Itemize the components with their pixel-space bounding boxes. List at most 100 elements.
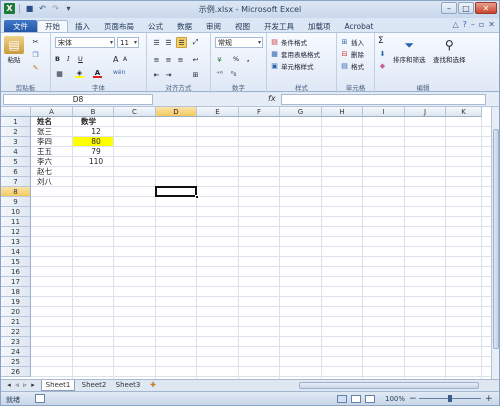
row-header-11[interactable]: 11 [1, 217, 31, 227]
border-button[interactable]: ▦ [55, 69, 64, 78]
wrap-text-button[interactable]: ↩ [191, 55, 200, 64]
cell-b2[interactable]: 12 [81, 127, 111, 137]
active-cell-d8[interactable] [155, 186, 197, 197]
row-header-15[interactable]: 15 [1, 257, 31, 267]
currency-button[interactable]: ¥ [215, 55, 224, 64]
zoom-out-button[interactable]: − [409, 394, 417, 404]
row-header-13[interactable]: 13 [1, 237, 31, 247]
row-header-18[interactable]: 18 [1, 287, 31, 297]
horizontal-scroll-thumb[interactable] [299, 382, 479, 389]
row-header-10[interactable]: 10 [1, 207, 31, 217]
row-header-21[interactable]: 21 [1, 317, 31, 327]
insert-cells-button[interactable]: ⊞ 插入 [340, 37, 364, 47]
fill-button[interactable]: ⬇ [378, 49, 387, 58]
format-as-table-button[interactable]: ▦ 套用表格格式 [270, 49, 320, 59]
tab-page-layout[interactable]: 页面布局 [97, 20, 141, 32]
cell-a6[interactable]: 赵七 [37, 167, 52, 177]
align-bottom-button[interactable]: ☰ [176, 37, 187, 48]
format-painter-button[interactable]: ✎ [31, 63, 40, 72]
comma-button[interactable]: , [247, 55, 249, 63]
vertical-scroll-thumb[interactable] [493, 129, 499, 349]
row-header-23[interactable]: 23 [1, 337, 31, 347]
cell-a1[interactable]: 姓名 [37, 117, 52, 127]
column-header-e[interactable]: E [197, 107, 239, 117]
column-header-j[interactable]: J [405, 107, 446, 117]
row-header-26[interactable]: 26 [1, 367, 31, 377]
normal-view-icon[interactable] [337, 395, 347, 403]
paste-button[interactable]: ▤ 粘贴 [4, 36, 24, 64]
row-header-19[interactable]: 19 [1, 297, 31, 307]
name-box[interactable]: D8 [3, 94, 153, 105]
help-icon[interactable]: ? [463, 20, 467, 29]
cell-styles-button[interactable]: ▣ 单元格样式 [270, 61, 313, 71]
align-middle-button[interactable]: ☰ [164, 38, 173, 47]
insert-function-icon[interactable]: fx [268, 94, 276, 103]
conditional-format-button[interactable]: ▤ 条件格式 [270, 37, 307, 47]
formula-input[interactable] [281, 94, 486, 105]
number-format-combo[interactable]: 常规 [215, 37, 263, 48]
sheet-nav-last-icon[interactable]: ▸ [29, 380, 37, 391]
column-header-a[interactable]: A [31, 107, 73, 117]
select-all-corner[interactable] [1, 107, 31, 117]
sheet-nav-prev-icon[interactable]: ◃ [13, 380, 21, 391]
page-break-view-icon[interactable] [365, 395, 375, 403]
increase-decimal-button[interactable]: ⁺⁰ [215, 69, 224, 78]
font-name-combo[interactable]: 宋体 [55, 37, 115, 48]
cell-a3[interactable]: 李四 [37, 137, 52, 147]
find-select-button[interactable]: ⚲ 查找和选择 [433, 36, 466, 64]
zoom-slider-thumb[interactable] [448, 395, 452, 402]
column-header-b[interactable]: B [73, 107, 114, 117]
sheet-nav-first-icon[interactable]: ◂ [5, 380, 13, 391]
column-header-d[interactable]: D [156, 107, 197, 117]
sheet-tab-sheet3[interactable]: Sheet3 [111, 380, 145, 391]
sort-filter-button[interactable]: ⏷ 排序和筛选 [393, 36, 426, 65]
cell-a4[interactable]: 王五 [37, 147, 52, 157]
sheet-tab-sheet1[interactable]: Sheet1 [41, 380, 75, 391]
align-center-button[interactable]: ≡ [164, 55, 173, 64]
align-top-button[interactable]: ☰ [152, 38, 161, 47]
format-cells-button[interactable]: ▤ 格式 [340, 61, 364, 71]
cell-a7[interactable]: 刘八 [37, 177, 52, 187]
italic-button[interactable]: I [67, 55, 70, 63]
cell-a2[interactable]: 张三 [37, 127, 52, 137]
tab-acrobat[interactable]: Acrobat [338, 20, 381, 32]
increase-indent-button[interactable]: ⇥ [164, 70, 173, 79]
cell-b3[interactable]: 80 [81, 137, 111, 147]
font-size-combo[interactable]: 11 [117, 37, 139, 48]
row-header-16[interactable]: 16 [1, 267, 31, 277]
workbook-minimize-icon[interactable]: – [471, 20, 475, 29]
decrease-font-button[interactable]: A [123, 56, 127, 63]
grow-font-button[interactable]: B [55, 55, 60, 63]
workbook-close-icon[interactable]: ✕ [488, 20, 495, 29]
tab-data[interactable]: 数据 [170, 20, 199, 32]
tab-home[interactable]: 开始 [37, 20, 68, 32]
row-header-4[interactable]: 4 [1, 147, 31, 157]
align-left-button[interactable]: ≡ [152, 55, 161, 64]
insert-sheet-icon[interactable]: ✚ [147, 380, 159, 391]
column-header-f[interactable]: F [239, 107, 280, 117]
column-header-k[interactable]: K [446, 107, 482, 117]
phonetic-button[interactable]: wén [113, 69, 125, 76]
cell-b4[interactable]: 79 [81, 147, 111, 157]
decrease-indent-button[interactable]: ⇤ [152, 70, 161, 79]
column-header-i[interactable]: I [363, 107, 405, 117]
column-header-c[interactable]: C [114, 107, 156, 117]
autosum-button[interactable]: Σ [378, 36, 384, 46]
cell-b1[interactable]: 数学 [81, 117, 111, 127]
orientation-button[interactable]: ⤢ [191, 38, 200, 47]
align-right-button[interactable]: ≡ [176, 55, 185, 64]
clear-button[interactable]: ◆ [378, 61, 387, 70]
zoom-level[interactable]: 100% [385, 395, 405, 403]
row-header-24[interactable]: 24 [1, 347, 31, 357]
page-layout-view-icon[interactable] [351, 395, 361, 403]
sheet-nav-next-icon[interactable]: ▹ [21, 380, 29, 391]
delete-cells-button[interactable]: ⊟ 删除 [340, 49, 364, 59]
tab-addins[interactable]: 加载项 [301, 20, 338, 32]
row-header-2[interactable]: 2 [1, 127, 31, 137]
cell-a5[interactable]: 李六 [37, 157, 52, 167]
cell-b5[interactable]: 110 [81, 157, 111, 167]
tab-insert[interactable]: 插入 [68, 20, 97, 32]
fill-handle[interactable] [195, 195, 199, 199]
row-header-17[interactable]: 17 [1, 277, 31, 287]
tab-formulas[interactable]: 公式 [141, 20, 170, 32]
